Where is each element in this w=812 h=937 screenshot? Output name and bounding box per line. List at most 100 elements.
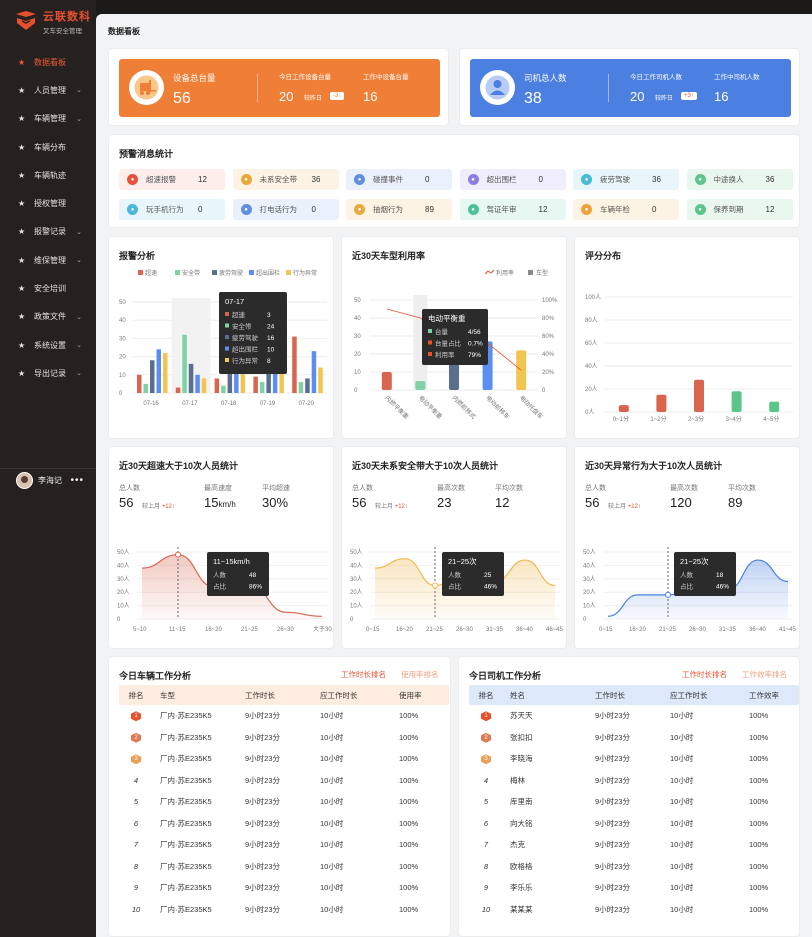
cell-rate: 100%: [399, 775, 419, 785]
bar[interactable]: [694, 379, 704, 412]
alert-item[interactable]: ● 碰撞事件 0: [346, 169, 452, 190]
legend-swatch: [528, 270, 533, 275]
bar[interactable]: [516, 350, 527, 390]
alert-item[interactable]: ● 超出围栏 0: [459, 169, 566, 190]
sidebar-item-5[interactable]: ★ 授权管理: [0, 189, 96, 217]
rank-cell: 6: [119, 819, 153, 828]
bar[interactable]: [214, 378, 220, 393]
column-header[interactable]: 工作效率: [749, 690, 799, 701]
sidebar-item-11[interactable]: ★ 导出记录 ⌄: [0, 359, 96, 387]
bar[interactable]: [731, 391, 742, 412]
table-row[interactable]: 4 厂内·苏E235K5 9小时23分 10小时 100%: [119, 770, 449, 792]
bar[interactable]: [156, 349, 162, 393]
sidebar-item-label: 授权管理: [34, 199, 66, 209]
sidebar-item-2[interactable]: ★ 车辆管理 ⌄: [0, 105, 96, 133]
table-row[interactable]: 6 厂内·苏E235K5 9小时23分 10小时 100%: [119, 813, 449, 835]
bar[interactable]: [182, 334, 187, 393]
cell-name: 苏天天: [510, 711, 533, 721]
column-header[interactable]: 排名: [469, 690, 503, 701]
column-header[interactable]: 应工作时长: [320, 690, 399, 701]
bar[interactable]: [259, 382, 265, 393]
alert-item[interactable]: ● 未系安全带 36: [232, 169, 339, 190]
bar[interactable]: [381, 372, 392, 390]
table-row[interactable]: 4 梅林 9小时23分 10小时 100%: [469, 770, 799, 792]
table-row[interactable]: 5 厂内·苏E235K5 9小时23分 10小时 100%: [119, 791, 449, 813]
sidebar-item-3[interactable]: ★ 车辆分布: [0, 133, 96, 161]
sidebar-item-9[interactable]: ★ 政策文件 ⌄: [0, 303, 96, 331]
sidebar-item-10[interactable]: ★ 系统设置 ⌄: [0, 331, 96, 359]
cell-plan: 10小时: [670, 840, 694, 850]
bar[interactable]: [769, 401, 780, 412]
table-row[interactable]: 10 某某某 9小时23分 10小时 100%: [469, 899, 799, 921]
user-profile[interactable]: 李海记 •••: [0, 468, 96, 492]
bar[interactable]: [656, 394, 667, 412]
table-row[interactable]: 9 李乐乐 9小时23分 10小时 100%: [469, 877, 799, 899]
cell-plan: 10小时: [670, 754, 694, 764]
bar[interactable]: [221, 385, 226, 393]
alert-item[interactable]: ● 驾证年审 12: [459, 199, 566, 220]
table-row[interactable]: 8 厂内·苏E235K5 9小时23分 10小时 100%: [119, 856, 449, 878]
bar[interactable]: [188, 363, 194, 393]
table-row[interactable]: 1 厂内·苏E235K5 9小时23分 10小时 100%: [119, 705, 449, 727]
cell-plan: 10小时: [320, 904, 344, 914]
bar[interactable]: [253, 376, 258, 393]
table-row[interactable]: 6 向大铭 9小时23分 10小时 100%: [469, 813, 799, 835]
sidebar-item-0[interactable]: ★ 数据看板: [0, 48, 96, 76]
bar[interactable]: [298, 382, 304, 393]
hover-point: [175, 551, 181, 558]
bar[interactable]: [618, 405, 629, 412]
bar[interactable]: [292, 336, 297, 393]
sidebar-item-1[interactable]: ★ 人员管理 ⌄: [0, 76, 96, 104]
bar[interactable]: [150, 360, 155, 393]
table-row[interactable]: 1 苏天天 9小时23分 10小时 100%: [469, 705, 799, 727]
table-row[interactable]: 3 李晓海 9小时23分 10小时 100%: [469, 748, 799, 770]
alert-item[interactable]: ● 超速报警 12: [119, 169, 225, 190]
table-row[interactable]: 10 厂内·苏E235K5 9小时23分 10小时 100%: [119, 899, 449, 921]
bar[interactable]: [201, 378, 207, 393]
y-tick-label: 20: [354, 352, 361, 358]
table-row[interactable]: 2 厂内·苏E235K5 9小时23分 10小时 100%: [119, 727, 449, 749]
alert-label: 车辆年检: [600, 205, 630, 214]
column-header[interactable]: 车型: [153, 690, 245, 701]
column-header[interactable]: 工作时长: [245, 690, 320, 701]
sidebar-item-7[interactable]: ★ 维保管理 ⌄: [0, 246, 96, 274]
column-header[interactable]: 工作时长: [595, 690, 670, 701]
alert-item[interactable]: ● 中途换人 36: [686, 169, 793, 190]
star-icon: ★: [18, 227, 26, 237]
bar[interactable]: [175, 387, 181, 393]
column-header[interactable]: 姓名: [503, 690, 595, 701]
table-row[interactable]: 7 杰克 9小时23分 10小时 100%: [469, 834, 799, 856]
alert-item[interactable]: ● 车辆年检 0: [573, 199, 679, 220]
bar[interactable]: [195, 374, 200, 393]
sidebar-item-4[interactable]: ★ 车辆轨迹: [0, 161, 96, 189]
tab-efficiency[interactable]: 工作效率排名: [742, 669, 787, 680]
bar[interactable]: [137, 374, 142, 393]
bar[interactable]: [415, 381, 426, 390]
bar[interactable]: [305, 378, 310, 393]
alert-item[interactable]: ● 玩手机行为 0: [119, 199, 225, 220]
alert-item[interactable]: ● 抽烟行为 89: [346, 199, 452, 220]
bar[interactable]: [311, 351, 317, 393]
sidebar-item-8[interactable]: ★ 安全培训: [0, 274, 96, 302]
bar[interactable]: [143, 383, 149, 393]
column-header[interactable]: 使用率: [399, 690, 449, 701]
table-row[interactable]: 7 厂内·苏E235K5 9小时23分 10小时 100%: [119, 834, 449, 856]
alert-item[interactable]: ● 疲劳驾驶 36: [573, 169, 679, 190]
tab-work-hours[interactable]: 工作时长排名: [682, 669, 727, 680]
tab-usage-rate[interactable]: 使用率排名: [401, 669, 439, 680]
column-header[interactable]: 排名: [119, 690, 153, 701]
bar[interactable]: [318, 367, 323, 393]
table-row[interactable]: 8 欧格格 9小时23分 10小时 100%: [469, 856, 799, 878]
more-icon[interactable]: •••: [70, 475, 84, 486]
sidebar-item-6[interactable]: ★ 报警记录 ⌄: [0, 218, 96, 246]
table-row[interactable]: 9 厂内·苏E235K5 9小时23分 10小时 100%: [119, 877, 449, 899]
table-row[interactable]: 3 厂内·苏E235K5 9小时23分 10小时 100%: [119, 748, 449, 770]
table-row[interactable]: 5 库里南 9小时23分 10小时 100%: [469, 791, 799, 813]
tab-work-hours[interactable]: 工作时长排名: [341, 669, 386, 680]
bar[interactable]: [163, 352, 168, 393]
table-row[interactable]: 2 张扣扣 9小时23分 10小时 100%: [469, 727, 799, 749]
alert-item[interactable]: ● 保养到期 12: [686, 199, 793, 220]
alert-value: 0: [425, 175, 430, 184]
alert-item[interactable]: ● 打电话行为 0: [232, 199, 339, 220]
column-header[interactable]: 应工作时长: [670, 690, 749, 701]
